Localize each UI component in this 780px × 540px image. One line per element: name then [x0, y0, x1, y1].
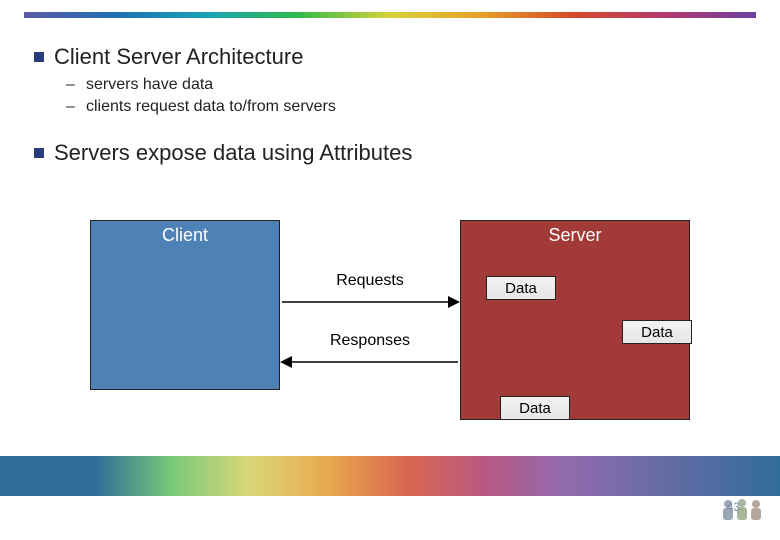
- sub-bullet-text: clients request data to/from servers: [86, 98, 336, 116]
- bullet-text: Servers expose data using Attributes: [54, 140, 412, 166]
- sub-bullet-text: servers have data: [86, 76, 213, 94]
- client-label: Client: [91, 225, 279, 246]
- bullet-item-2: Servers expose data using Attributes: [34, 140, 752, 166]
- sub-bullet-item: – clients request data to/from servers: [66, 98, 752, 116]
- server-label: Server: [461, 225, 689, 246]
- slide-content: Client Server Architecture – servers hav…: [34, 44, 752, 172]
- data-tag-2: Data: [622, 320, 692, 344]
- arrow-left-icon: [280, 352, 460, 372]
- data-tag-3: Data: [500, 396, 570, 420]
- rainbow-divider-top: [24, 12, 756, 18]
- responses-label: Responses: [282, 332, 458, 350]
- square-bullet-icon: [34, 52, 44, 62]
- data-tag-1: Data: [486, 276, 556, 300]
- sub-bullet-list-1: – servers have data – clients request da…: [66, 76, 752, 116]
- slide-page: Client Server Architecture – servers hav…: [0, 0, 780, 540]
- square-bullet-icon: [34, 148, 44, 158]
- bullet-item-1: Client Server Architecture: [34, 44, 752, 70]
- requests-label: Requests: [282, 272, 458, 290]
- client-server-diagram: Client Server Data Data Data Requests Re…: [90, 220, 690, 440]
- client-box: Client: [90, 220, 280, 390]
- sub-bullet-item: – servers have data: [66, 76, 752, 94]
- dash-bullet-icon: –: [66, 76, 80, 94]
- rainbow-swoosh-bottom: [0, 456, 780, 496]
- people-graphic-icon: [718, 496, 764, 522]
- arrow-right-icon: [280, 292, 460, 312]
- dash-bullet-icon: –: [66, 98, 80, 116]
- bullet-text: Client Server Architecture: [54, 44, 303, 70]
